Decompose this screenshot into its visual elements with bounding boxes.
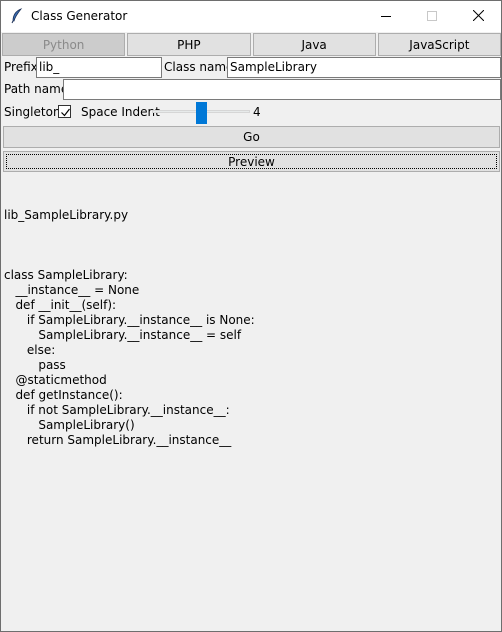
- language-tabs: Python PHP Java JavaScript: [2, 33, 501, 56]
- title-bar[interactable]: Class Generator: [1, 1, 501, 32]
- class-name-label: Class name: [164, 60, 234, 74]
- tab-javascript[interactable]: JavaScript: [377, 33, 501, 56]
- space-indent-slider-thumb[interactable]: [195, 102, 207, 124]
- singleton-label: Singleton: [4, 105, 61, 119]
- code-line: return SampleLibrary.__instance__: [4, 433, 232, 447]
- code-line: if SampleLibrary.__instance__ is None:: [4, 313, 255, 327]
- code-line: SampleLibrary(): [4, 418, 135, 432]
- code-line: def getInstance():: [4, 388, 123, 402]
- tab-java[interactable]: Java: [252, 33, 376, 56]
- code-line: __instance__ = None: [4, 283, 140, 297]
- minimize-button[interactable]: [363, 1, 409, 32]
- prefix-classname-row: Prefix lib_ Class name SampleLibrary: [2, 57, 501, 78]
- tab-python[interactable]: Python: [2, 33, 126, 56]
- code-line: else:: [4, 343, 56, 357]
- path-name-input[interactable]: [63, 79, 501, 100]
- preview-filename: lib_SampleLibrary.py: [4, 208, 129, 222]
- class-generator-window: Class Generator Python PHP Java JavaScri…: [0, 0, 502, 632]
- code-line: class SampleLibrary:: [4, 268, 128, 282]
- prefix-label: Prefix: [4, 60, 38, 74]
- go-button-label: Go: [243, 130, 260, 144]
- code-line: pass: [4, 358, 66, 372]
- close-button[interactable]: [455, 1, 501, 32]
- go-button[interactable]: Go: [3, 126, 500, 148]
- path-name-label: Path name: [4, 82, 69, 96]
- code-line: def __init__(self):: [4, 298, 117, 312]
- singleton-checkbox[interactable]: [58, 105, 71, 118]
- path-name-row: Path name: [2, 79, 501, 100]
- feather-icon: [10, 8, 24, 24]
- close-icon: [472, 9, 484, 24]
- preview-button-label: Preview: [228, 154, 275, 169]
- class-name-input[interactable]: SampleLibrary: [227, 57, 501, 78]
- preview-button[interactable]: Preview: [3, 151, 500, 172]
- code-line: if not SampleLibrary.__instance__:: [4, 403, 230, 417]
- space-indent-value: 4: [253, 105, 261, 119]
- space-indent-label: Space Indent: [81, 105, 160, 119]
- code-line: @staticmethod: [4, 373, 107, 387]
- options-row: Singleton Space Indent 4: [2, 100, 501, 126]
- preview-code-lines: class SampleLibrary: __instance__ = None…: [4, 253, 498, 448]
- window-title: Class Generator: [31, 9, 128, 23]
- tab-php[interactable]: PHP: [127, 33, 251, 56]
- code-line: SampleLibrary.__instance__ = self: [4, 328, 242, 342]
- checkmark-icon: [61, 108, 70, 117]
- code-preview: lib_SampleLibrary.py class SampleLibrary…: [4, 178, 498, 478]
- maximize-button[interactable]: [409, 1, 455, 32]
- maximize-icon: [427, 10, 437, 24]
- prefix-input[interactable]: lib_: [36, 57, 162, 78]
- minimize-icon: [381, 10, 391, 24]
